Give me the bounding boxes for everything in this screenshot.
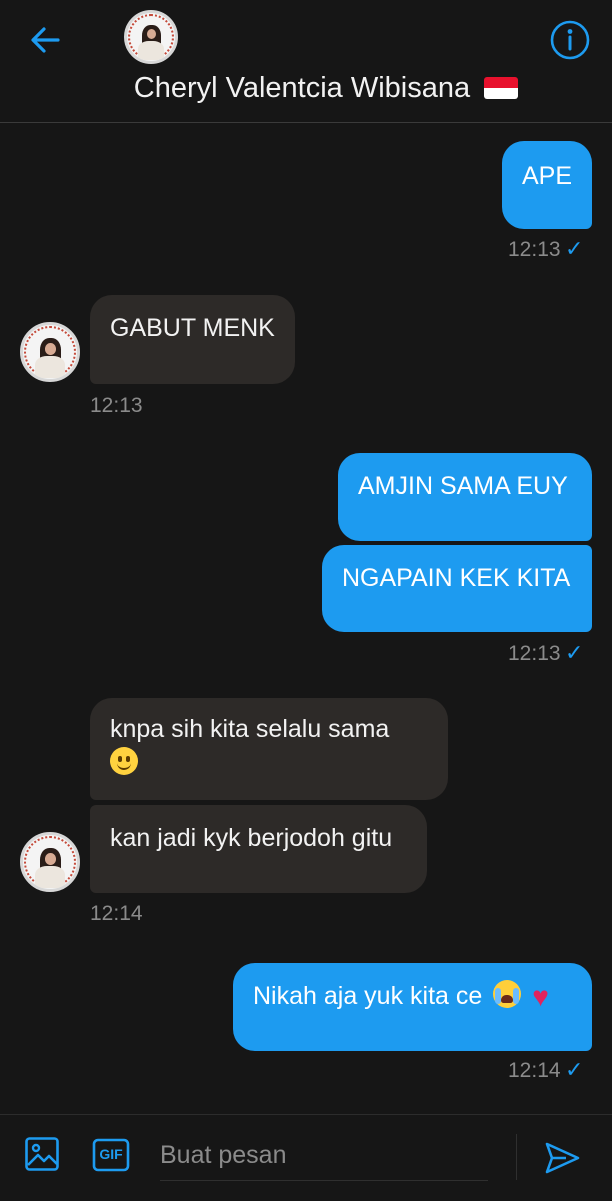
composer-divider: [516, 1134, 517, 1180]
message-meta: 12:13 ✓: [508, 640, 592, 668]
sent-check-icon: ✓: [565, 236, 584, 261]
attach-image-button[interactable]: [24, 1136, 60, 1172]
contact-name: Cheryl Valentcia Wibisana: [133, 72, 471, 104]
message-bubble-outgoing[interactable]: NGAPAIN KEK KITA: [322, 545, 592, 632]
image-icon: [25, 1137, 59, 1171]
message-text: AMJIN SAMA EUY: [358, 472, 568, 500]
message-meta: 12:13 ✓: [508, 236, 592, 264]
red-heart-emoji: ♥: [532, 981, 549, 1012]
arrow-left-icon: [31, 27, 60, 53]
message-text: knpa sih kita selalu sama: [110, 715, 390, 743]
info-button[interactable]: [548, 18, 592, 62]
message-bubble-incoming[interactable]: GABUT MENK: [90, 295, 295, 384]
sent-check-icon: ✓: [565, 1057, 584, 1082]
crying-face-emoji: [493, 980, 522, 1008]
contact-avatar[interactable]: [20, 322, 80, 382]
message-bubble-incoming[interactable]: kan jadi kyk berjodoh gitu: [90, 805, 427, 893]
message-meta: 12:14 ✓: [508, 1057, 592, 1085]
message-bubble-incoming[interactable]: knpa sih kita selalu sama: [90, 698, 448, 800]
back-button[interactable]: [24, 20, 72, 60]
message-text: Nikah aja yuk kita ce: [253, 982, 483, 1010]
message-bubble-outgoing[interactable]: Nikah aja yuk kita ce ♥: [233, 963, 592, 1051]
send-button[interactable]: [542, 1138, 582, 1178]
sent-check-icon: ✓: [565, 640, 584, 665]
contact-avatar[interactable]: [124, 10, 178, 64]
message-text: GABUT MENK: [110, 314, 275, 342]
message-bubble-outgoing[interactable]: APE: [502, 141, 592, 229]
contact-avatar[interactable]: [20, 832, 80, 892]
gif-label: GIF: [99, 1146, 123, 1162]
message-bubble-outgoing[interactable]: AMJIN SAMA EUY: [338, 453, 592, 541]
message-time: 12:13: [90, 394, 143, 417]
contact-name-row[interactable]: Cheryl Valentcia Wibisana: [0, 72, 612, 105]
message-text: kan jadi kyk berjodoh gitu: [110, 824, 393, 852]
gif-button[interactable]: GIF: [92, 1138, 130, 1172]
message-text: NGAPAIN KEK KITA: [342, 564, 571, 592]
message-time: 12:14: [508, 1059, 561, 1082]
message-input[interactable]: [160, 1130, 488, 1181]
message-time: 12:13: [508, 238, 561, 261]
message-time: 12:14: [90, 902, 143, 925]
message-text: APE: [522, 162, 573, 190]
info-circle-icon: [550, 20, 590, 60]
indonesia-flag-icon: [484, 77, 519, 99]
smiling-face-emoji: [110, 747, 138, 775]
message-time: 12:13: [508, 642, 561, 665]
send-icon: [545, 1142, 580, 1174]
